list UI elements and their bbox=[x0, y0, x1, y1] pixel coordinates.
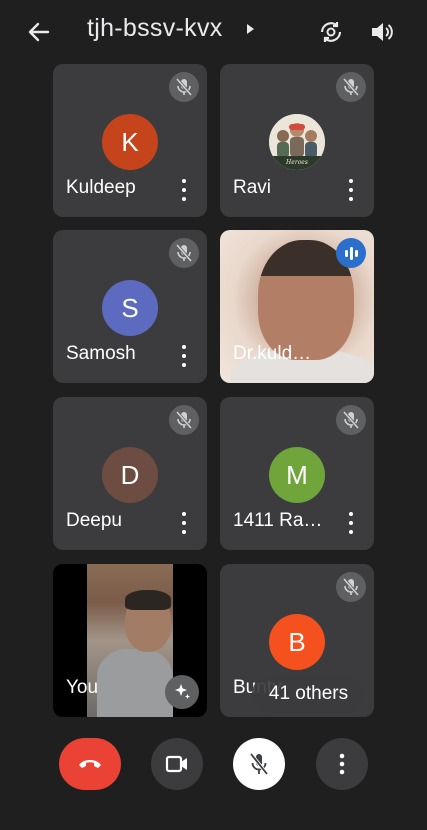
participant-name: You bbox=[66, 677, 99, 698]
more-options-icon[interactable] bbox=[181, 345, 187, 367]
camera-button[interactable] bbox=[151, 738, 203, 790]
participant-tile-ravi[interactable]: Heroes Ravi bbox=[220, 64, 374, 217]
mic-off-icon bbox=[336, 405, 366, 435]
speaker-button[interactable] bbox=[366, 16, 398, 48]
end-call-button[interactable] bbox=[59, 738, 121, 790]
camera-switch-button[interactable] bbox=[315, 16, 347, 48]
more-options-icon bbox=[339, 753, 345, 775]
participant-name: Samosh bbox=[66, 343, 136, 364]
avatar: B bbox=[269, 614, 325, 670]
mic-off-icon bbox=[336, 72, 366, 102]
participant-name: Ravi bbox=[233, 177, 272, 198]
effects-sparkle-icon[interactable] bbox=[165, 675, 199, 709]
participant-name: Kuldeep bbox=[66, 177, 136, 198]
more-options-icon[interactable] bbox=[181, 179, 187, 201]
end-call-icon bbox=[79, 760, 101, 768]
more-options-icon[interactable] bbox=[348, 179, 354, 201]
more-options-button[interactable] bbox=[316, 738, 368, 790]
avatar: S bbox=[102, 280, 158, 336]
caret-right-icon[interactable] bbox=[247, 24, 254, 34]
avatar-photo: Heroes bbox=[269, 114, 325, 170]
self-video bbox=[87, 564, 173, 717]
participant-tile-you[interactable]: You bbox=[53, 564, 207, 717]
speaker-icon bbox=[372, 23, 393, 41]
avatar: M bbox=[269, 447, 325, 503]
mic-off-icon bbox=[169, 238, 199, 268]
participant-name: 1411 Ra… bbox=[233, 510, 323, 531]
mic-off-icon bbox=[250, 753, 268, 775]
avatar: D bbox=[102, 447, 158, 503]
participant-name: Deepu bbox=[66, 510, 122, 531]
more-options-icon[interactable] bbox=[348, 512, 354, 534]
others-count-pill[interactable]: 41 others bbox=[252, 675, 365, 713]
mic-toggle-button[interactable] bbox=[233, 738, 285, 790]
mic-off-icon bbox=[169, 72, 199, 102]
participant-tile-kuldeep[interactable]: K Kuldeep bbox=[53, 64, 207, 217]
back-button[interactable] bbox=[24, 18, 54, 46]
mic-off-icon bbox=[336, 572, 366, 602]
photo-caption: Heroes bbox=[285, 159, 308, 166]
avatar: K bbox=[102, 114, 158, 170]
top-bar: tjh-bssv-kvx bbox=[0, 0, 427, 62]
back-arrow-icon bbox=[28, 22, 50, 42]
participant-tile-dr-kuld[interactable]: Dr.kuld… bbox=[220, 230, 374, 383]
participant-name: Dr.kuld… bbox=[233, 343, 312, 364]
camera-icon bbox=[165, 755, 187, 773]
speaking-indicator-icon bbox=[336, 238, 366, 268]
participant-tile-1411-ra[interactable]: M 1411 Ra… bbox=[220, 397, 374, 550]
camera-switch-icon bbox=[320, 22, 342, 42]
call-controls bbox=[0, 730, 427, 830]
participant-tile-deepu[interactable]: D Deepu bbox=[53, 397, 207, 550]
meeting-code-title[interactable]: tjh-bssv-kvx bbox=[87, 14, 223, 43]
mic-off-icon bbox=[169, 405, 199, 435]
more-options-icon[interactable] bbox=[181, 512, 187, 534]
participant-tile-samosh[interactable]: S Samosh bbox=[53, 230, 207, 383]
